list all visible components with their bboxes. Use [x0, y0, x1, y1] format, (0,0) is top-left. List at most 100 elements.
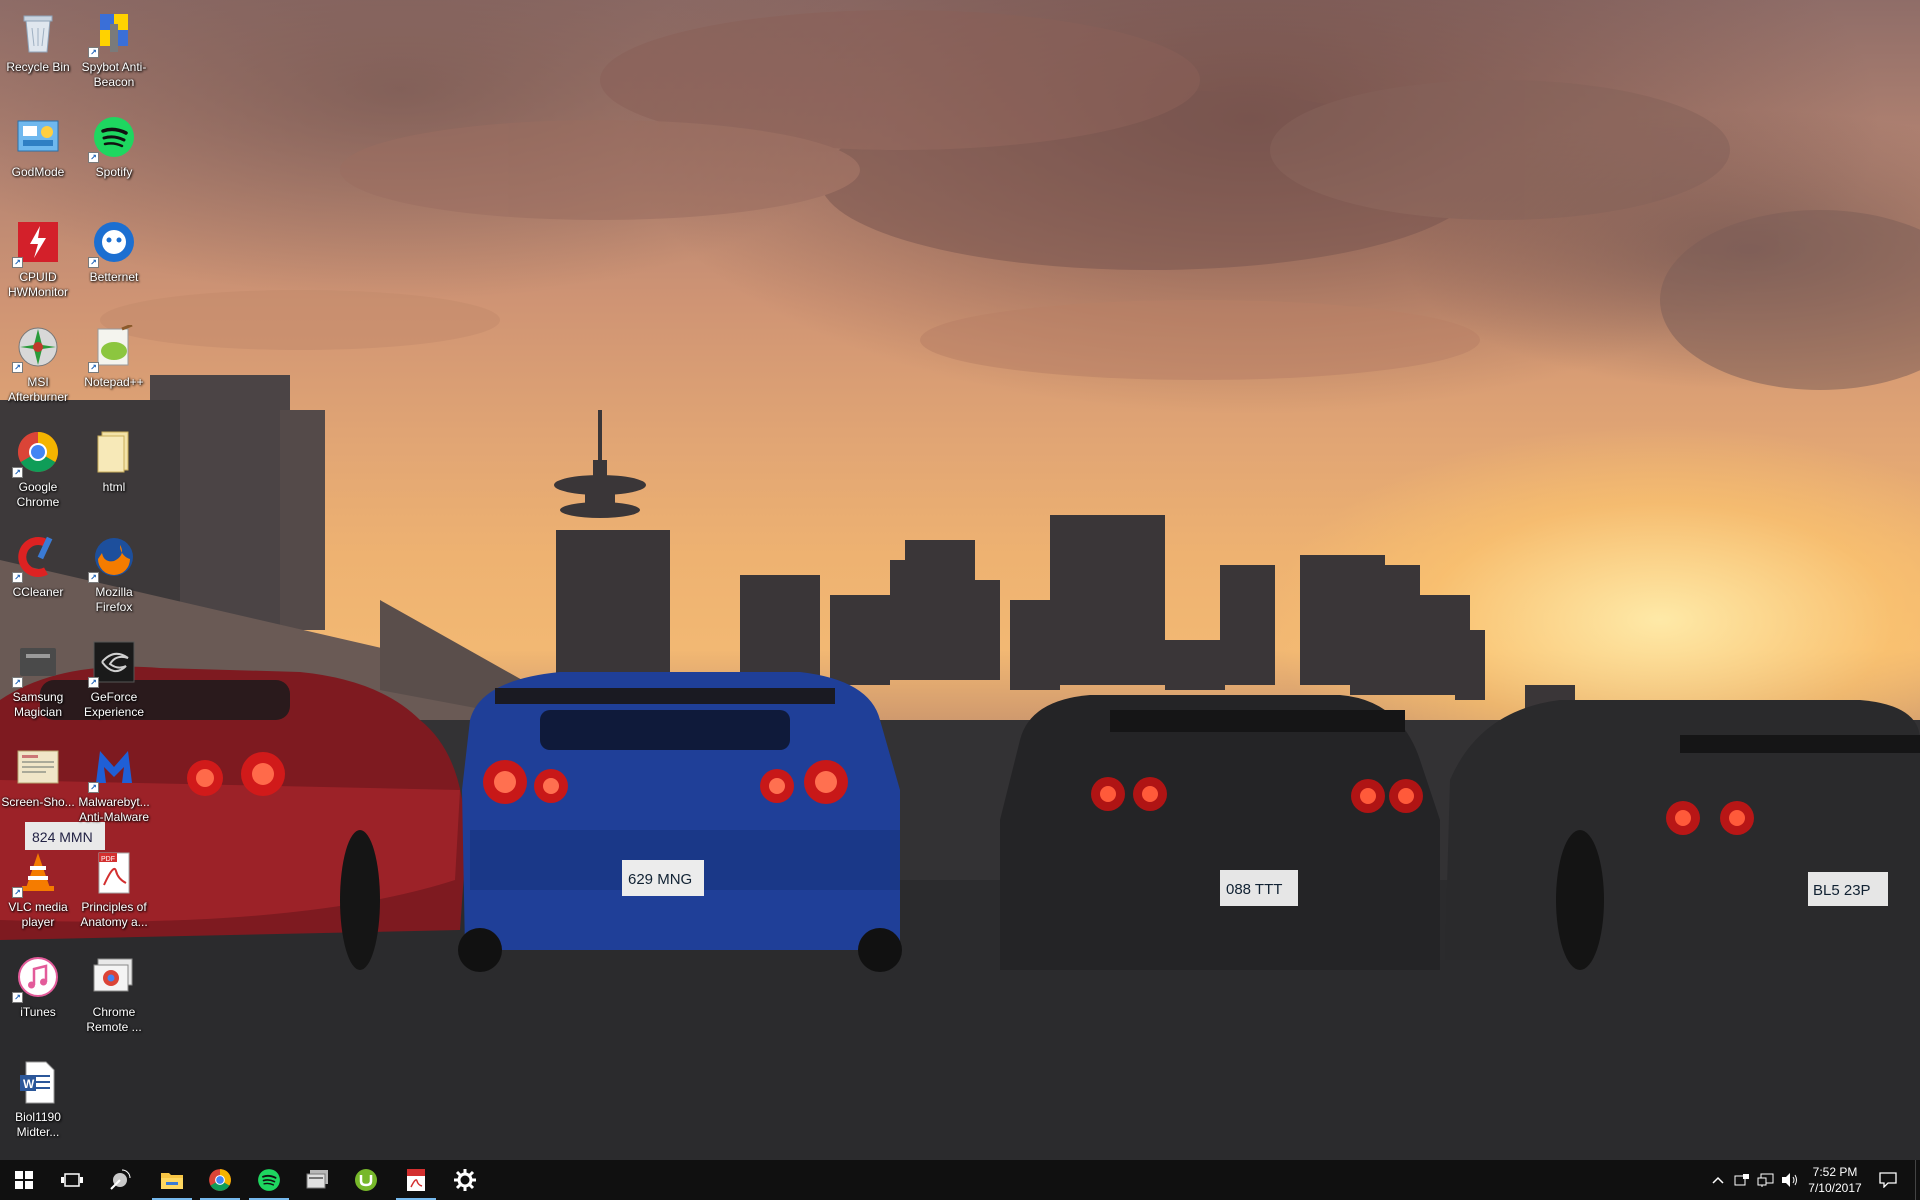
taskbar-app-settings[interactable]: [441, 1160, 489, 1200]
show-desktop-button[interactable]: [1915, 1160, 1920, 1200]
desktop-icon-label: Notepad++: [84, 375, 144, 389]
desktop-icon-label: Chrome Remote ...: [86, 1005, 142, 1034]
desktop[interactable]: 824 MMN 629 MNG 088 TTT BL5 23P Recycle …: [0, 0, 1920, 1160]
svg-text:PDF: PDF: [101, 856, 115, 863]
desktop-icon-label: Spotify: [95, 165, 133, 179]
samsung-magician-icon: ↗: [12, 638, 62, 688]
taskbar-app-chrome[interactable]: [196, 1160, 244, 1200]
screenshot-file-icon: [14, 743, 62, 791]
word-document-icon: W: [14, 1058, 62, 1106]
desktop-icon-spybot[interactable]: ↗ Spybot Anti-Beacon: [76, 2, 152, 102]
chrome-remote-desktop-icon: [90, 953, 138, 1001]
chevron-up-icon: [1712, 1176, 1724, 1184]
desktop-icon-html-folder[interactable]: html: [76, 422, 152, 522]
network-icon: [1757, 1173, 1774, 1187]
task-view-button[interactable]: [48, 1160, 96, 1200]
tray-app-icon: [1734, 1174, 1749, 1186]
wallpaper-plate-black-2: BL5 23P: [1813, 882, 1871, 899]
chrome-icon: [209, 1169, 231, 1191]
action-center-button[interactable]: [1878, 1170, 1898, 1190]
taskbar-clock[interactable]: 7:52 PM 7/10/2017: [1790, 1164, 1880, 1198]
utorrent-icon: [355, 1169, 377, 1191]
spotify-icon: ↗: [88, 113, 138, 163]
desktop-icon-label: MSI Afterburner: [7, 375, 69, 404]
desktop-icon-label: Screen-Sho...: [1, 795, 75, 809]
geforce-icon: ↗: [88, 638, 138, 688]
firefox-icon: ↗: [88, 533, 138, 583]
notification-icon: [1879, 1172, 1897, 1188]
desktop-icon-msi-afterburner[interactable]: ↗ MSI Afterburner: [0, 317, 76, 417]
desktop-icon-hwmonitor[interactable]: ↗ CPUID HWMonitor: [0, 212, 76, 312]
recycle-bin-icon: [14, 8, 62, 56]
taskbar-app-spotify[interactable]: [245, 1160, 293, 1200]
desktop-icon-label: Principles of Anatomy a...: [80, 900, 148, 929]
desktop-icon-recycle-bin[interactable]: Recycle Bin: [0, 2, 76, 102]
clock-time: 7:52 PM: [1812, 1165, 1858, 1179]
taskbar-app-satellite[interactable]: [96, 1160, 144, 1200]
tray-app-icon[interactable]: [1732, 1170, 1752, 1190]
tray-network-button[interactable]: [1756, 1170, 1776, 1190]
spybot-icon: ↗: [88, 8, 138, 58]
desktop-icon-label: Google Chrome: [16, 480, 60, 509]
task-view-icon: [61, 1173, 83, 1187]
spotify-icon: [258, 1169, 280, 1191]
tray-overflow-button[interactable]: [1708, 1170, 1728, 1190]
desktop-icon-google-chrome[interactable]: ↗ Google Chrome: [0, 422, 76, 522]
windows-logo-icon: [15, 1171, 33, 1189]
desktop-icon-firefox[interactable]: ↗ Mozilla Firefox: [76, 527, 152, 627]
desktop-icon-biol1190[interactable]: W Biol1190 Midter...: [0, 1052, 76, 1152]
notepad-plus-plus-icon: ↗: [88, 323, 138, 373]
desktop-icon-label: Spybot Anti-Beacon: [81, 60, 147, 89]
ccleaner-icon: ↗: [12, 533, 62, 583]
desktop-icon-spotify[interactable]: ↗ Spotify: [76, 107, 152, 207]
clock-date: 7/10/2017: [1808, 1181, 1862, 1195]
folder-icon: [90, 428, 138, 476]
taskbar-app-file-explorer[interactable]: [148, 1160, 196, 1200]
taskbar-app-acrobat[interactable]: [392, 1160, 440, 1200]
pdf-icon: [407, 1169, 425, 1191]
desktop-icon-label: CPUID HWMonitor: [7, 270, 68, 299]
wallpaper-plate-black-1: 088 TTT: [1226, 881, 1282, 898]
itunes-icon: ↗: [12, 953, 62, 1003]
desktop-icon-samsung-magician[interactable]: ↗ Samsung Magician: [0, 632, 76, 732]
malwarebytes-icon: ↗: [88, 743, 138, 793]
gear-icon: [454, 1169, 476, 1191]
betternet-icon: ↗: [88, 218, 138, 268]
desktop-icon-malwarebytes[interactable]: ↗ Malwarebyt... Anti-Malware: [76, 737, 152, 837]
desktop-icon-notepad-plus-plus[interactable]: ↗ Notepad++: [76, 317, 152, 417]
desktop-icon-label: Recycle Bin: [6, 60, 70, 74]
wallpaper-car-black-2: BL5 23P: [1445, 700, 1920, 970]
taskbar-app-window[interactable]: [294, 1160, 342, 1200]
folder-icon: [161, 1173, 183, 1189]
desktop-icon-label: VLC media player: [8, 900, 68, 929]
satellite-app-icon: [110, 1169, 131, 1190]
vlc-icon: ↗: [12, 848, 62, 898]
taskbar: 7:52 PM 7/10/2017: [0, 1160, 1920, 1200]
desktop-icon-screenshot[interactable]: Screen-Sho...: [0, 737, 76, 837]
wallpaper-car-blue: 629 MNG: [458, 672, 902, 972]
desktop-icon-label: Biol1190 Midter...: [15, 1110, 61, 1139]
desktop-icon-godmode[interactable]: GodMode: [0, 107, 76, 207]
wallpaper-plate-blue: 629 MNG: [628, 871, 692, 888]
chrome-icon: ↗: [12, 428, 62, 478]
taskbar-app-utorrent[interactable]: [342, 1160, 390, 1200]
control-panel-icon: [14, 113, 62, 161]
desktop-icon-label: html: [102, 480, 126, 494]
desktop-icon-ccleaner[interactable]: ↗ CCleaner: [0, 527, 76, 627]
desktop-icon-itunes[interactable]: ↗ iTunes: [0, 947, 76, 1047]
start-button[interactable]: [0, 1160, 48, 1200]
desktop-icon-label: iTunes: [20, 1005, 56, 1019]
desktop-icon-chrome-remote[interactable]: Chrome Remote ...: [76, 947, 152, 1047]
desktop-icon-label: Malwarebyt... Anti-Malware: [78, 795, 150, 824]
desktop-icon-label: GeForce Experience: [83, 690, 145, 719]
desktop-icon-vlc[interactable]: ↗ VLC media player: [0, 842, 76, 942]
wallpaper-skyline: [554, 410, 1575, 715]
desktop-icon-label: Mozilla Firefox: [95, 585, 133, 614]
desktop-icon-principles-pdf[interactable]: PDF Principles of Anatomy a...: [76, 842, 152, 942]
pdf-icon: PDF: [90, 848, 138, 896]
desktop-icon-label: Samsung Magician: [12, 690, 64, 719]
app-window-icon: [306, 1170, 328, 1189]
desktop-icon-betternet[interactable]: ↗ Betternet: [76, 212, 152, 312]
afterburner-icon: ↗: [12, 323, 62, 373]
desktop-icon-geforce-experience[interactable]: ↗ GeForce Experience: [76, 632, 152, 732]
